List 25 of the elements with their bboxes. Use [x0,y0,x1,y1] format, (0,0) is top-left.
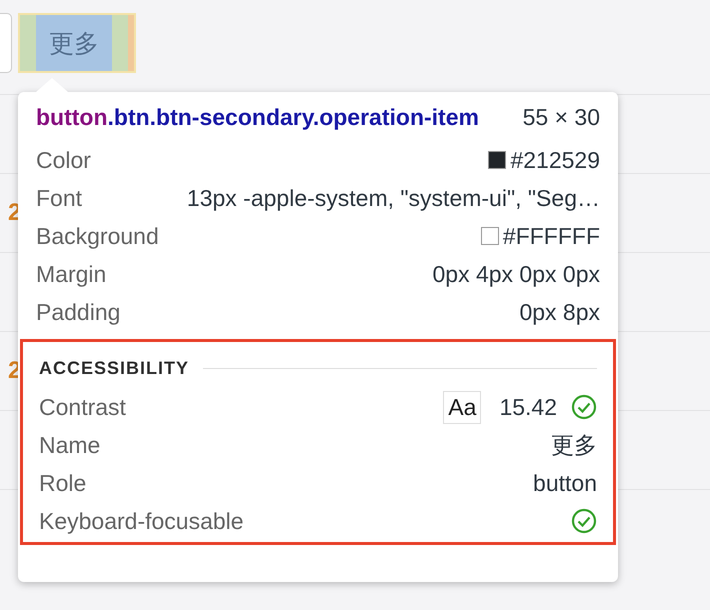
property-label: Font [36,184,82,212]
property-value: #212529 [510,146,600,174]
property-label: Keyboard-focusable [39,508,244,534]
contrast-sample: Aa [443,390,482,424]
property-value: 0px 8px [519,298,600,326]
input-field[interactable] [0,13,12,73]
property-value: 15.42 [499,394,557,420]
check-circle-icon [571,508,597,534]
property-value: 更多 [551,430,597,460]
property-label: Contrast [39,394,126,420]
property-label: Color [36,146,91,174]
property-label: Role [39,470,86,496]
check-circle-icon [571,394,597,420]
element-size: 55 × 30 [522,104,600,131]
more-button[interactable]: 更多 [18,13,136,73]
section-title: ACCESSIBILITY [39,358,190,378]
property-value: 13px -apple-system, "system-ui", "Seg… [186,184,600,212]
property-label: Margin [36,260,106,288]
property-label: Name [39,432,100,458]
property-label: Padding [36,298,120,326]
property-value: #FFFFFF [502,222,600,250]
element-selector: button.btn.btn-secondary.operation-item [36,103,480,132]
property-value: button [533,470,597,496]
property-label: Background [36,222,159,250]
property-value: 0px 4px 0px 0px [432,260,600,288]
